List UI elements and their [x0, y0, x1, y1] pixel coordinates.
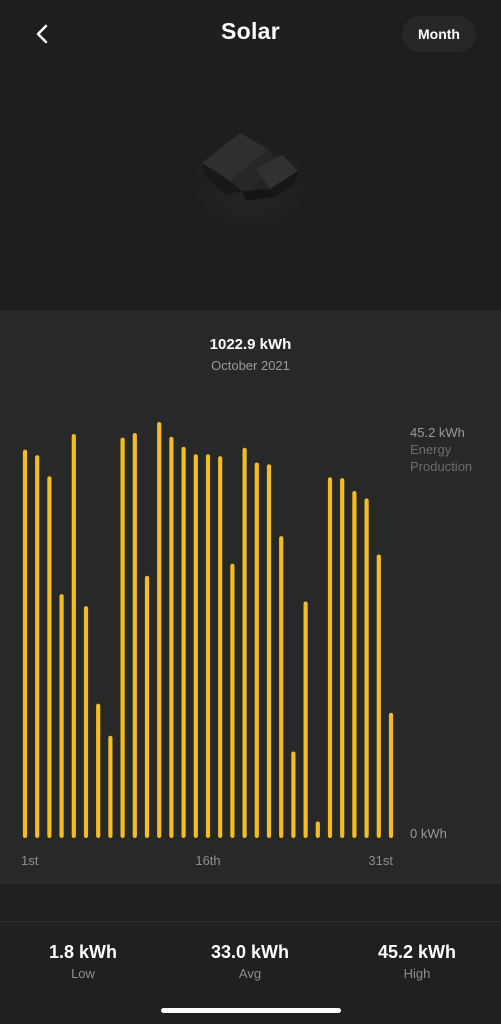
- chart-bar-5th[interactable]: [71, 434, 76, 838]
- bottom-bar: [0, 1000, 501, 1024]
- chart-bar-1st[interactable]: [22, 449, 28, 838]
- stats-row: 1.8 kWh Low 33.0 kWh Avg 45.2 kWh High: [0, 922, 501, 1000]
- stat-high-value: 45.2 kWh: [377, 942, 457, 962]
- chart-panel: 1022.9 kWh October 2021 1st 16th 31st 45.2 …: [0, 310, 501, 884]
- house-roof-image: [192, 133, 308, 229]
- chart-bar-16th[interactable]: [205, 454, 211, 838]
- chart-bar-9th[interactable]: [120, 437, 125, 838]
- chart-bar-11th[interactable]: [144, 575, 150, 838]
- stat-low-value: 1.8 kWh: [48, 942, 118, 962]
- chart-bar-12th[interactable]: [157, 422, 162, 838]
- stat-high: 45.2 kWh High: [347, 942, 487, 981]
- chart-bar-24th[interactable]: [303, 601, 308, 839]
- chart-bar-17th[interactable]: [218, 456, 223, 838]
- chart-bar-2nd[interactable]: [35, 455, 40, 838]
- chart-bar-22nd[interactable]: [279, 536, 284, 838]
- chart-bar-28th[interactable]: [352, 491, 357, 838]
- stat-avg: 33.0 kWh Avg: [180, 942, 320, 981]
- chart-bar-19th[interactable]: [242, 447, 247, 838]
- chart-bar-20th[interactable]: [254, 462, 259, 839]
- series-label-line2: Production: [410, 459, 472, 474]
- hero-section: [0, 70, 501, 310]
- chart-bar-13th[interactable]: [169, 436, 174, 838]
- stat-low: 1.8 kWh Low: [13, 942, 153, 981]
- x-tick-label-1st: 1st: [21, 853, 39, 868]
- stat-avg-label: Avg: [238, 966, 262, 981]
- chart-bar-29th[interactable]: [364, 498, 369, 838]
- chart-bar-6th[interactable]: [83, 606, 89, 838]
- x-tick-label-16th: 16th: [195, 853, 220, 868]
- energy-bar-chart: 1st 16th 31st 45.2 kWh Energy Production 0 kWh: [21, 422, 472, 868]
- chart-bar-21st[interactable]: [266, 464, 272, 838]
- y-zero-label: 0 kWh: [410, 826, 447, 841]
- section-divider: [0, 884, 501, 922]
- period-select-button[interactable]: Month: [402, 16, 476, 52]
- chart-bar-4th[interactable]: [59, 594, 64, 838]
- header-bar: Solar Month: [0, 0, 501, 70]
- chart-bar-8th[interactable]: [108, 735, 113, 838]
- chart-bar-26th[interactable]: [327, 477, 333, 838]
- chart-bar-14th[interactable]: [181, 446, 186, 838]
- x-tick-label-31st: 31st: [368, 853, 393, 868]
- chart-bar-3rd[interactable]: [47, 476, 52, 838]
- series-label-line1: Energy: [410, 442, 452, 457]
- chart-bar-27th[interactable]: [340, 478, 345, 838]
- chart-bar-18th[interactable]: [230, 563, 235, 838]
- chart-bar-25th[interactable]: [315, 821, 320, 838]
- stat-high-label: High: [403, 966, 431, 981]
- chart-bar-23rd[interactable]: [291, 751, 296, 839]
- chart-bar-7th[interactable]: [96, 703, 101, 838]
- y-max-label: 45.2 kWh: [410, 425, 465, 440]
- home-indicator[interactable]: [161, 1008, 341, 1013]
- stat-avg-value: 33.0 kWh: [210, 942, 290, 962]
- chart-bar-15th[interactable]: [193, 454, 198, 838]
- stat-low-label: Low: [71, 966, 95, 981]
- chart-bar-30th[interactable]: [376, 554, 381, 839]
- chart-bar-31st[interactable]: [388, 712, 394, 838]
- chart-bar-10th[interactable]: [132, 433, 137, 838]
